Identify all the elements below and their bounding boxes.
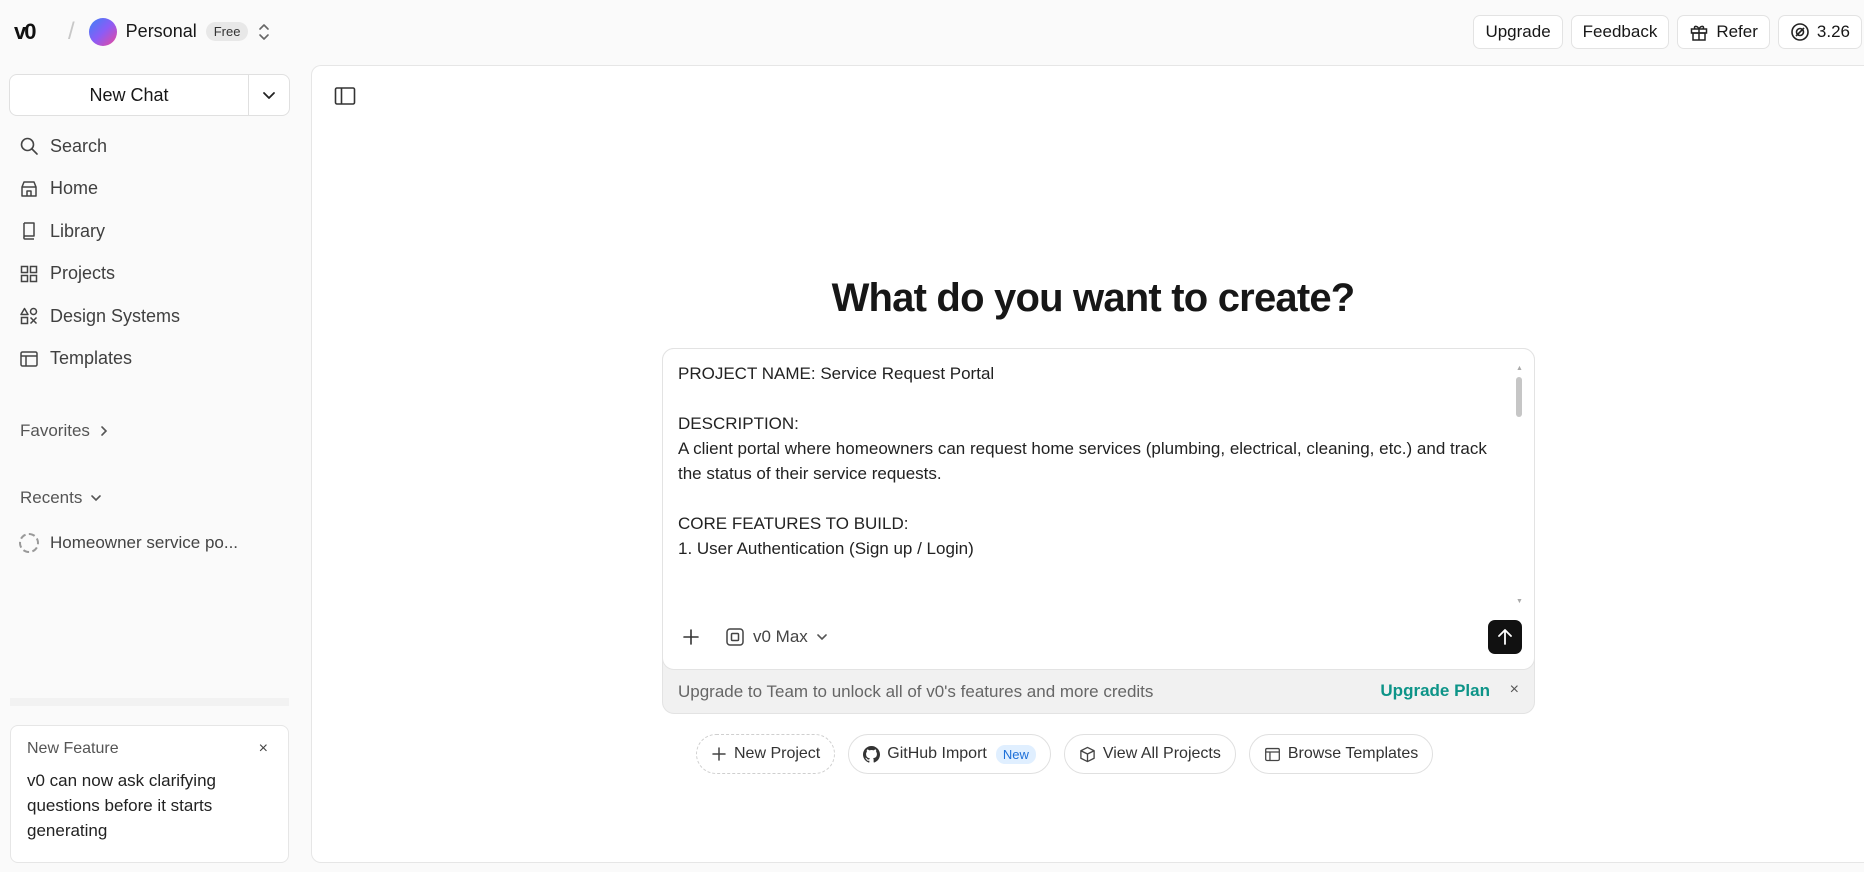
recent-chat-item[interactable]: Homeowner service po...	[19, 533, 238, 553]
feature-card-body: v0 can now ask clarifying questions befo…	[27, 771, 216, 840]
page-title: What do you want to create?	[831, 276, 1356, 320]
feedback-button[interactable]: Feedback	[1570, 15, 1670, 49]
sidebar-panel-icon	[334, 87, 356, 105]
favorites-label: Favorites	[20, 421, 90, 440]
library-icon	[23, 222, 35, 240]
send-button[interactable]	[1488, 620, 1522, 654]
credits-icon	[1791, 23, 1809, 41]
sidebar-item-label: Library	[50, 220, 106, 241]
github-icon	[863, 745, 881, 763]
prompt-scrollbar[interactable]: ▲ ▼	[1514, 365, 1524, 605]
home-icon	[21, 181, 37, 197]
github-import-button[interactable]: GitHub Import New	[848, 734, 1051, 774]
view-all-projects-label: View All Projects	[1102, 745, 1221, 762]
chevron-down-icon	[263, 92, 275, 99]
grid-icon	[20, 265, 38, 282]
v0-logo[interactable]: v0	[14, 19, 54, 45]
credits-button[interactable]: 3.26	[1777, 15, 1862, 49]
new-chat-dropdown[interactable]	[249, 75, 289, 115]
cube-icon	[1080, 746, 1095, 762]
template-icon	[1264, 747, 1280, 761]
plus-icon	[712, 747, 726, 761]
search-icon	[20, 137, 38, 156]
upgrade-plan-link[interactable]: Upgrade Plan	[1380, 681, 1490, 701]
chevron-down-icon	[816, 634, 827, 641]
scroll-up-arrow[interactable]: ▲	[1516, 365, 1523, 372]
plan-badge: Free	[205, 22, 249, 41]
sidebar-item-label: Templates	[50, 348, 133, 369]
arrow-up-icon	[1498, 629, 1512, 645]
refer-label: Refer	[1716, 22, 1758, 41]
sidebar-nav: Search Home Library Projects Design Syst…	[0, 125, 300, 380]
browse-templates-button[interactable]: Browse Templates	[1248, 734, 1434, 774]
loading-spinner-icon	[19, 533, 39, 553]
chevron-right-icon	[101, 426, 108, 436]
workspace-avatar	[88, 17, 117, 46]
close-icon[interactable]: ×	[259, 740, 268, 758]
sidebar: New Chat Search Home Library Projects De…	[0, 63, 300, 872]
github-import-label: GitHub Import	[887, 745, 987, 762]
scroll-down-arrow[interactable]: ▼	[1516, 598, 1523, 605]
new-badge: New	[995, 744, 1036, 764]
sidebar-item-templates[interactable]: Templates	[0, 338, 300, 381]
new-feature-card: New Feature × v0 can now ask clarifying …	[10, 725, 289, 863]
credits-value: 3.26	[1816, 22, 1850, 41]
model-chip-icon	[726, 628, 744, 646]
recents-toggle[interactable]: Recents	[20, 488, 102, 508]
model-name: v0 Max	[753, 627, 808, 646]
sidebar-item-label: Design Systems	[50, 305, 181, 326]
view-all-projects-button[interactable]: View All Projects	[1063, 734, 1236, 774]
prompt-textarea[interactable]: PROJECT NAME: Service Request Portal DES…	[678, 361, 1488, 589]
new-chat-group: New Chat	[9, 74, 290, 116]
sidebar-divider	[10, 698, 289, 706]
sidebar-item-label: Search	[50, 135, 108, 156]
new-project-button[interactable]: New Project	[696, 734, 836, 774]
sidebar-item-library[interactable]: Library	[0, 210, 300, 253]
composer: PROJECT NAME: Service Request Portal DES…	[662, 348, 1535, 670]
close-icon[interactable]: ×	[1510, 681, 1519, 699]
sidebar-item-label: Projects	[50, 263, 116, 284]
new-project-label: New Project	[734, 745, 821, 762]
quick-actions: New Project GitHub Import New View All P…	[696, 734, 1434, 774]
sidebar-item-search[interactable]: Search	[0, 125, 300, 168]
gift-icon	[1691, 25, 1708, 41]
recent-chat-label: Homeowner service po...	[50, 533, 239, 552]
sidebar-item-projects[interactable]: Projects	[0, 253, 300, 296]
workspace-name: Personal	[125, 21, 197, 41]
chevron-updown-icon	[258, 23, 270, 41]
feature-card-title: New Feature	[27, 740, 119, 757]
browse-templates-label: Browse Templates	[1287, 745, 1419, 762]
shapes-icon	[20, 308, 38, 325]
composer-toolbar: v0 Max	[675, 619, 1522, 655]
sidebar-toggle-button[interactable]	[334, 86, 356, 111]
favorites-toggle[interactable]: Favorites	[20, 421, 110, 441]
upgrade-button[interactable]: Upgrade	[1473, 15, 1563, 49]
new-chat-button[interactable]: New Chat	[10, 75, 249, 115]
template-icon	[20, 351, 38, 367]
attach-button[interactable]	[675, 621, 707, 653]
chevron-down-icon	[91, 495, 102, 502]
sidebar-item-label: Home	[50, 178, 99, 199]
main-panel: What do you want to create? PROJECT NAME…	[311, 65, 1864, 863]
workspace-switcher[interactable]: Personal Free	[88, 17, 271, 46]
breadcrumb-separator: /	[68, 17, 75, 45]
recents-label: Recents	[20, 488, 83, 507]
composer-container: PROJECT NAME: Service Request Portal DES…	[662, 348, 1535, 714]
sidebar-item-home[interactable]: Home	[0, 168, 300, 211]
model-selector[interactable]: v0 Max	[725, 627, 828, 647]
sidebar-item-design-systems[interactable]: Design Systems	[0, 295, 300, 338]
top-bar: v0 / Personal Free Upgrade Feedback Refe…	[0, 0, 1864, 63]
scrollbar-thumb[interactable]	[1516, 377, 1522, 417]
upsell-text: Upgrade to Team to unlock all of v0's fe…	[678, 682, 1154, 701]
plus-icon	[683, 629, 699, 645]
refer-button[interactable]: Refer	[1677, 15, 1770, 49]
